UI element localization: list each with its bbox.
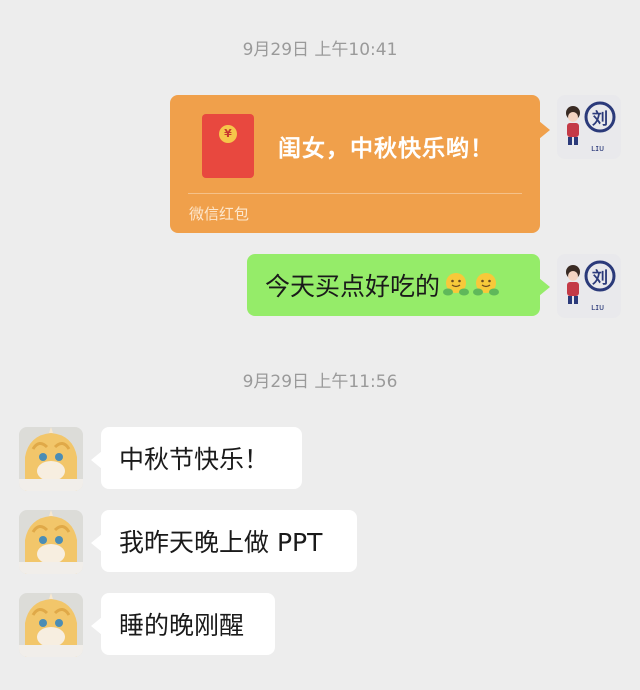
contact-avatar[interactable] [19,593,83,657]
my-avatar[interactable]: 刘 ʟɪᴜ [557,95,621,159]
hugging-face-emoji [443,273,470,296]
message-text: 今天买点好吃的 [265,272,441,301]
red-packet-message[interactable]: ¥ 闺女，中秋快乐哟！ 微信红包 [170,95,550,233]
received-message-bubble[interactable]: 我昨天晚上做 PPT [91,510,357,572]
svg-text:ʟɪᴜ: ʟɪᴜ [591,303,604,313]
coin-icon: ¥ [219,125,237,143]
received-message-bubble[interactable]: 中秋节快乐！ [91,427,302,489]
svg-text:刘: 刘 [592,268,608,287]
red-packet-divider [188,193,522,194]
svg-text:ʟɪᴜ: ʟɪᴜ [591,144,604,154]
contact-avatar[interactable] [19,427,83,491]
red-envelope-icon: ¥ [202,114,254,178]
message-text: 我昨天晚上做 PPT [119,528,323,557]
sent-message-bubble[interactable]: 今天买点好吃的 [247,254,550,316]
timestamp: 9月29日 上午11:56 [242,372,398,392]
red-packet-title: 闺女，中秋快乐哟！ [278,136,494,162]
received-message-bubble[interactable]: 睡的晚刚醒 [91,593,275,655]
contact-avatar[interactable] [19,510,83,574]
timestamp: 9月29日 上午10:41 [242,40,398,60]
message-text: 睡的晚刚醒 [119,611,245,640]
message-text: 中秋节快乐！ [119,445,270,474]
red-packet-label: 微信红包 [189,205,250,223]
hugging-face-emoji [473,273,500,296]
my-avatar[interactable]: 刘 ʟɪᴜ [557,254,621,318]
svg-text:刘: 刘 [592,109,608,128]
